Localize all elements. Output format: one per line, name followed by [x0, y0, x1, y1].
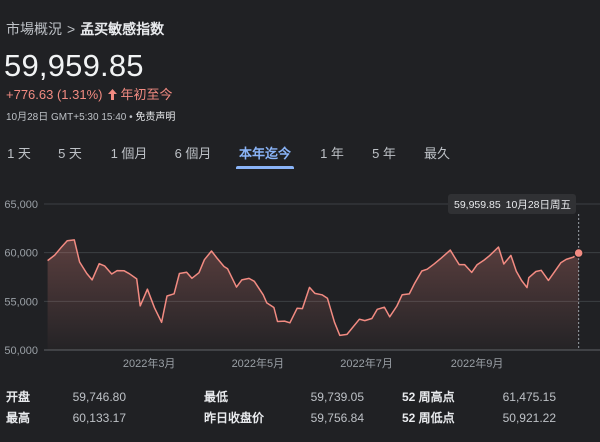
arrow-up-icon	[108, 87, 118, 102]
stat-low-label: 最低	[204, 390, 229, 404]
x-tick-label: 2022年9月	[451, 356, 504, 370]
tab-1-year[interactable]: 1 年	[318, 140, 346, 168]
tab-5-days[interactable]: 5 天	[56, 140, 84, 168]
price-change-value: +776.63 (1.31%)	[6, 87, 103, 102]
meta-separator-dot: •	[129, 112, 133, 123]
last-point-marker	[573, 247, 584, 259]
breadcrumb-market-overview[interactable]: 市場概況	[6, 21, 62, 37]
stat-52wk-high-label: 52 周高点	[402, 390, 455, 404]
quote-meta: 10月28日 GMT+5:30 15:40 • 免责声明	[6, 112, 175, 124]
change-period: 年初至今	[120, 87, 173, 102]
stat-open-label: 开盘	[6, 390, 31, 404]
tab-1-day[interactable]: 1 天	[6, 140, 32, 168]
x-tick-label: 2022年3月	[123, 356, 176, 370]
x-tick-label: 2022年7月	[340, 356, 393, 370]
quote-timestamp: 10月28日 GMT+5:30 15:40	[6, 112, 127, 123]
tab-5-years[interactable]: 5 年	[370, 140, 398, 168]
time-range-tabs: 1 天 5 天 1 個月 6 個月 本年迄今 1 年 5 年 最久	[0, 140, 600, 170]
y-tick-label: 65,000	[4, 199, 38, 211]
tooltip-value: 59,959.85	[454, 199, 501, 211]
tab-1-month[interactable]: 1 個月	[108, 140, 150, 168]
stat-prev-close-value: 59,756.84	[310, 411, 364, 425]
stat-prev-close-label: 昨日收盘价	[204, 411, 265, 425]
stat-low-value: 59,739.05	[310, 390, 364, 404]
stat-52wk-low-value: 50,921.22	[502, 411, 556, 425]
price-area-fill	[47, 239, 579, 350]
y-tick-label: 50,000	[4, 345, 38, 357]
stat-high-label: 最高	[6, 411, 31, 425]
stat-high-value: 60,133.17	[72, 411, 126, 425]
x-tick-label: 2022年5月	[232, 356, 285, 370]
y-tick-label: 55,000	[4, 296, 38, 308]
breadcrumb-current-index: 孟买敏感指数	[80, 21, 165, 37]
breadcrumb: 市場概況 > 孟买敏感指数	[6, 20, 164, 38]
disclaimer-link[interactable]: 免责声明	[135, 112, 175, 123]
stat-open-value: 59,746.80	[72, 390, 126, 404]
tab-max[interactable]: 最久	[422, 140, 452, 168]
tooltip-date: 10月28日周五	[506, 199, 571, 211]
stat-52wk-high-value: 61,475.15	[502, 390, 556, 404]
key-stats: 开盘 59,746.80 最高 60,133.17 最低 59,739.05 昨…	[0, 385, 600, 441]
breadcrumb-separator: >	[67, 21, 76, 37]
price-change-row: +776.63 (1.31%) 年初至今	[6, 87, 173, 103]
tab-year-to-date[interactable]: 本年迄今	[236, 140, 294, 169]
price-chart[interactable]: 65,000 60,000 55,000 50,000 2022年3月 2022年5月 20…	[0, 190, 600, 375]
tab-6-months[interactable]: 6 個月	[172, 140, 214, 168]
current-price: 59,959.85	[4, 48, 144, 83]
stat-52wk-low-label: 52 周低点	[402, 411, 455, 425]
chart-area-layer	[47, 239, 580, 350]
y-tick-label: 60,000	[4, 248, 38, 260]
